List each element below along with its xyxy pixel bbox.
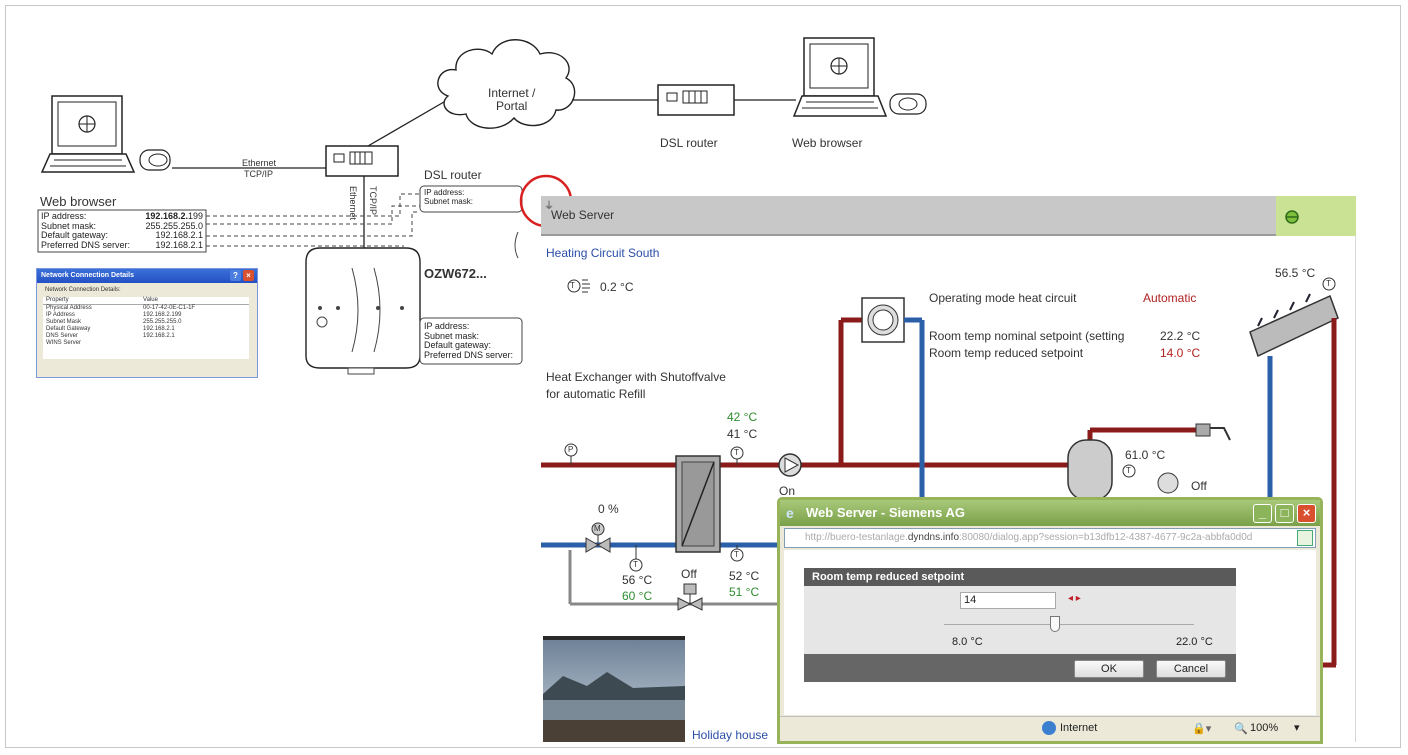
setpoint-dialog: e Web Server - Siemens AG _ □ × http://b… xyxy=(777,497,1323,744)
photo-caption: Holiday house xyxy=(692,728,769,742)
setpoint-form: Room temp reduced setpoint 14 ◂ ▸ 8.0 °C… xyxy=(804,568,1236,682)
slider-thumb[interactable] xyxy=(1050,616,1060,632)
outdoor-temp: 0.2 °C xyxy=(600,280,634,294)
dialog-content: Room temp reduced setpoint 14 ◂ ▸ 8.0 °C… xyxy=(784,550,1316,715)
collector-sensor-letter: T xyxy=(1326,279,1331,288)
temp-56: 56 °C xyxy=(622,573,653,587)
webcam-photo[interactable] xyxy=(543,636,685,742)
temp-52: 52 °C xyxy=(729,569,760,583)
ok-button[interactable]: OK xyxy=(1074,660,1144,678)
valve-position: 0 % xyxy=(598,502,619,516)
outdoor-sensor-letter: T xyxy=(570,281,575,290)
return-right-sensor-letter: T xyxy=(734,550,739,559)
zone-label: Internet xyxy=(1060,722,1098,734)
cancel-button[interactable]: Cancel xyxy=(1156,660,1226,678)
nominal-setpoint-label: Room temp nominal setpoint (setting xyxy=(929,329,1125,343)
reduced-setpoint-value[interactable]: 14.0 °C xyxy=(1160,346,1200,360)
zoom-icon[interactable]: 🔍 xyxy=(1234,722,1248,735)
collector-temp: 56.5 °C xyxy=(1275,266,1316,280)
url-domain: dyndns.info xyxy=(907,532,960,543)
close-button[interactable]: × xyxy=(1297,504,1316,523)
tank-temp: 61.0 °C xyxy=(1125,448,1166,462)
solar-collector xyxy=(1249,277,1339,358)
valve-motor-letter: M xyxy=(594,524,601,533)
op-mode-label: Operating mode heat circuit xyxy=(929,291,1077,305)
dialog-title-bar: e Web Server - Siemens AG _ □ × xyxy=(780,500,1320,526)
pressure-letter: P xyxy=(568,445,574,454)
pump-status: On xyxy=(779,484,796,498)
url-suffix: :80080/dialog.app?session=b13dfb12-4387-… xyxy=(959,532,1253,543)
tank-pump-status: Off xyxy=(1191,479,1207,493)
lake-landscape-image xyxy=(543,636,685,742)
form-title: Room temp reduced setpoint xyxy=(804,568,1236,586)
setpoint-input[interactable]: 14 xyxy=(960,592,1056,609)
ie-icon: e xyxy=(786,505,794,521)
dialog-title: Web Server - Siemens AG xyxy=(806,505,965,520)
shutoff-valve-status: Off xyxy=(681,567,697,581)
status-bar: Internet 🔒▾ 🔍 100% ▾ xyxy=(780,716,1320,741)
nominal-setpoint-value[interactable]: 22.2 °C xyxy=(1160,329,1200,343)
temp-41: 41 °C xyxy=(727,427,758,441)
page-icon xyxy=(1297,530,1313,546)
zoom-dropdown-icon[interactable]: ▾ xyxy=(1294,721,1300,734)
shutoff-valve xyxy=(677,583,703,611)
slider-min: 8.0 °C xyxy=(952,636,983,648)
tank-sensor-letter: T xyxy=(1126,466,1131,475)
globe-icon xyxy=(1042,721,1056,735)
zoom-level[interactable]: 100% xyxy=(1250,722,1278,734)
hx-title-line2: for automatic Refill xyxy=(546,387,646,401)
hx-title-line1: Heat Exchanger with Shutoffvalve xyxy=(546,370,726,384)
temp-60: 60 °C xyxy=(622,589,653,603)
slider-track[interactable] xyxy=(944,624,1194,625)
temp-42: 42 °C xyxy=(727,410,758,424)
temp-51: 51 °C xyxy=(729,585,760,599)
url-prefix: http://buero-testanlage. xyxy=(805,532,908,543)
security-icon[interactable]: 🔒▾ xyxy=(1192,722,1211,735)
return-left-sensor-letter: T xyxy=(633,560,638,569)
op-mode-value[interactable]: Automatic xyxy=(1143,291,1196,305)
stepper-arrows-icon[interactable]: ◂ ▸ xyxy=(1068,593,1081,604)
slider-max: 22.0 °C xyxy=(1176,636,1213,648)
minimize-button[interactable]: _ xyxy=(1253,504,1272,523)
maximize-button[interactable]: □ xyxy=(1275,504,1294,523)
supply-sensor-letter: T xyxy=(734,448,739,457)
address-bar[interactable]: http://buero-testanlage.dyndns.info:8008… xyxy=(784,528,1316,548)
reduced-setpoint-label: Room temp reduced setpoint xyxy=(929,346,1084,360)
